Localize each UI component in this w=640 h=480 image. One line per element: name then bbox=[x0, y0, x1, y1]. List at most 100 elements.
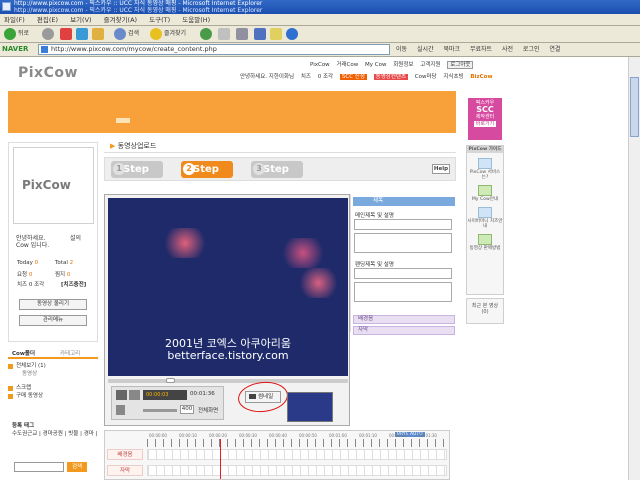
pause-icon[interactable] bbox=[116, 390, 127, 400]
free-chart-button[interactable]: 무료차트 bbox=[470, 46, 492, 53]
ending-description-input[interactable] bbox=[354, 282, 452, 302]
tag-search-input[interactable] bbox=[14, 462, 64, 472]
menu-view[interactable]: 보기(V) bbox=[70, 16, 91, 24]
ie-window-icon bbox=[2, 2, 11, 11]
subtitle-tab[interactable]: 자막 bbox=[353, 326, 455, 335]
cheese-charge-link[interactable]: [치즈충전] bbox=[61, 280, 86, 288]
favorites-button[interactable]: 즐겨찾기 bbox=[164, 28, 186, 40]
video-content-badge[interactable]: 동영상컨텐츠 bbox=[373, 74, 409, 80]
timeline-ruler[interactable] bbox=[147, 439, 447, 447]
folder-scrap[interactable]: 스크랩 bbox=[8, 384, 98, 392]
window-title-secondary: http://www.pixcow.com - 픽스카우 :: UCC 자식 동… bbox=[14, 7, 263, 14]
menu-favorites[interactable]: 즐겨찾기(A) bbox=[104, 16, 137, 24]
guide-header: PixCow 가이드 bbox=[467, 146, 503, 153]
scrollbar-thumb[interactable] bbox=[630, 77, 639, 137]
bookmark-button[interactable]: 북마크 bbox=[443, 46, 460, 53]
favorites-star-icon[interactable] bbox=[150, 28, 162, 40]
login-button[interactable]: 로그인 bbox=[523, 46, 540, 53]
scc-center-ad[interactable]: 픽스카우 SCC 제작센터 바로가기 bbox=[468, 98, 502, 140]
folder-purchased[interactable]: 구매 동영상 bbox=[8, 392, 98, 400]
nav-cow-yard[interactable]: Cow마당 bbox=[415, 74, 437, 80]
upload-header: ▶ 동영상업로드 bbox=[104, 139, 456, 153]
refresh-icon[interactable] bbox=[76, 28, 88, 40]
ending-title-input[interactable] bbox=[354, 268, 452, 279]
folder-icon bbox=[8, 364, 13, 369]
messenger-icon[interactable] bbox=[286, 28, 298, 40]
folder-icon bbox=[8, 386, 13, 391]
bgm-tab[interactable]: 배경음 bbox=[353, 315, 455, 324]
menu-edit[interactable]: 편집(E) bbox=[37, 16, 58, 24]
page-scrollbar[interactable] bbox=[628, 57, 640, 480]
help-button[interactable]: Help bbox=[432, 164, 450, 174]
home-icon[interactable] bbox=[92, 28, 104, 40]
tag-search-button[interactable]: 검색 bbox=[67, 462, 87, 472]
back-button[interactable]: 뒤로 bbox=[18, 28, 29, 40]
back-arrow-icon[interactable] bbox=[4, 28, 16, 40]
guide-item-mycow[interactable]: My Cow안내 bbox=[467, 185, 503, 202]
nav-trade-cow[interactable]: 거래Cow bbox=[336, 62, 358, 68]
ad1-line3: 제작센터 bbox=[475, 114, 495, 120]
folder-icon[interactable] bbox=[270, 28, 282, 40]
video-info-form: 제목 메인제목 및 설명 팬딩제목 및 설명 배경음 자막 bbox=[350, 194, 456, 335]
speaker-icon[interactable] bbox=[116, 405, 125, 415]
main-description-input[interactable] bbox=[354, 233, 452, 253]
forward-arrow-icon[interactable] bbox=[42, 28, 54, 40]
print-icon[interactable] bbox=[236, 28, 248, 40]
recent-videos[interactable]: 최근 본 영상 (0) bbox=[466, 298, 504, 324]
volume-slider[interactable] bbox=[143, 409, 177, 412]
logout-button[interactable]: 로그아웃 bbox=[447, 61, 474, 69]
nav-member-info[interactable]: 회원정보 bbox=[393, 62, 413, 68]
nav-bizcow[interactable]: BizCow bbox=[470, 74, 492, 80]
nav-support[interactable]: 고객지원 bbox=[420, 62, 440, 68]
manage-menu-button[interactable]: 관리메뉴 bbox=[19, 315, 87, 326]
tags-list[interactable]: 수도권근교 | 경마공원 | 빗물 | 경마 | bbox=[12, 430, 102, 438]
bgm-track[interactable] bbox=[147, 449, 447, 460]
tags-title: 등록 태그 bbox=[12, 423, 35, 429]
main-title-input[interactable] bbox=[354, 219, 452, 230]
upload-video-button[interactable]: 동영상 올리기 bbox=[19, 299, 87, 310]
search-icon[interactable] bbox=[114, 28, 126, 40]
player-controls: 00:00:03 00:01:36 400 전체화면 bbox=[111, 386, 224, 420]
nav-my-cow[interactable]: My Cow bbox=[365, 62, 386, 68]
stop-icon[interactable] bbox=[129, 390, 140, 400]
folder-video[interactable]: 동영상 bbox=[8, 370, 98, 378]
subtitle-track[interactable] bbox=[147, 465, 447, 476]
nav-knowledge[interactable]: 지식초빙 bbox=[443, 74, 463, 80]
title-tab[interactable]: 제목 bbox=[353, 197, 455, 206]
tab-cow-folder[interactable]: Cow폴더 bbox=[12, 349, 35, 357]
edit-icon[interactable] bbox=[254, 28, 266, 40]
seek-knob[interactable] bbox=[166, 378, 175, 383]
dictionary-button[interactable]: 사전 bbox=[502, 46, 513, 53]
video-player[interactable]: 2001년 코엑스 아쿠아리움 betterface.tistory.com bbox=[108, 198, 348, 376]
url-input[interactable]: http://www.pixcow.com/mycow/create_conte… bbox=[38, 44, 390, 55]
fullscreen-button[interactable]: 전체화면 bbox=[198, 406, 218, 414]
cow-folder-tabs: Cow폴더 카테고리 bbox=[8, 347, 98, 359]
guide-item-cheese[interactable]: 사이버머니 치즈안내 bbox=[467, 207, 503, 229]
web-page: PixCow PixCow 거래Cow My Cow 회원정보 고객지원 로그아… bbox=[0, 57, 628, 480]
search-button[interactable]: 검색 bbox=[128, 28, 139, 40]
video-seek-bar[interactable] bbox=[108, 378, 348, 383]
guide-item-service[interactable]: PixCow 서비스는? bbox=[467, 158, 503, 180]
timeline-playhead[interactable] bbox=[220, 439, 221, 479]
cheese-balance: 치즈 0 조각 bbox=[17, 282, 45, 288]
stop-icon[interactable] bbox=[60, 28, 72, 40]
go-button[interactable]: 이동 bbox=[396, 46, 407, 53]
url-text: http://www.pixcow.com/mycow/create_conte… bbox=[51, 45, 217, 53]
guide-item-sell[interactable]: 동영상 판매방법 bbox=[467, 234, 503, 251]
scc-apply-badge[interactable]: SCC 신청 bbox=[339, 74, 367, 80]
realtime-button[interactable]: 실시간 bbox=[417, 46, 434, 53]
mail-icon[interactable] bbox=[218, 28, 230, 40]
total-count: Total 2 bbox=[55, 260, 74, 266]
ad1-shortcut-button[interactable]: 바로가기 bbox=[473, 121, 497, 127]
address-tools: 이동 실시간 북마크 무료차트 사전 로그인 연결 bbox=[396, 45, 568, 55]
naver-toolbar-logo[interactable]: NAVER bbox=[2, 45, 28, 53]
profile-logo: PixCow bbox=[22, 178, 71, 192]
menu-tools[interactable]: 도구(T) bbox=[149, 16, 170, 24]
menu-help[interactable]: 도움말(H) bbox=[182, 16, 210, 24]
history-icon[interactable] bbox=[200, 28, 212, 40]
menu-file[interactable]: 파일(F) bbox=[4, 16, 25, 24]
folder-all[interactable]: 전체보기 (1) bbox=[8, 362, 98, 370]
nav-pixcow[interactable]: PixCow bbox=[310, 62, 330, 68]
site-logo[interactable]: PixCow bbox=[18, 65, 78, 81]
tab-category[interactable]: 카테고리 bbox=[60, 349, 80, 357]
